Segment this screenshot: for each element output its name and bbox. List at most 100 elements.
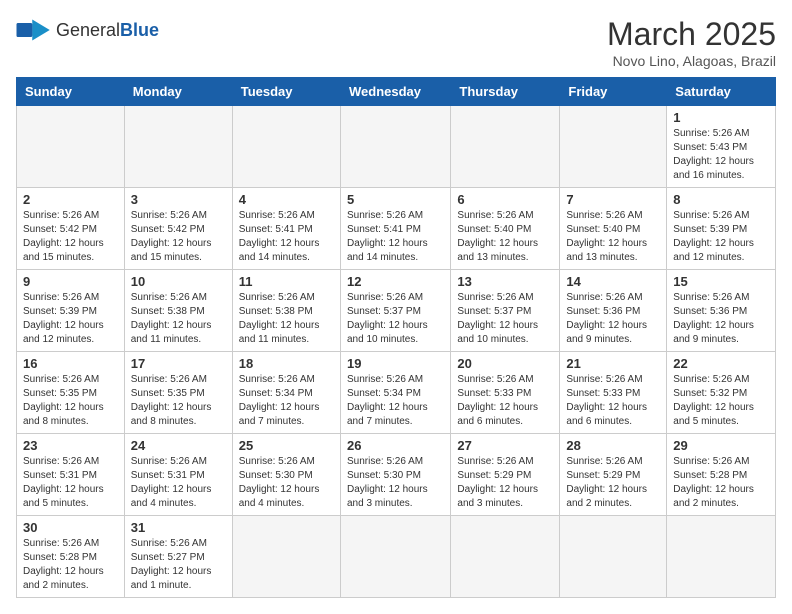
title-block: March 2025 Novo Lino, Alagoas, Brazil	[607, 16, 776, 69]
calendar-week-1: 1 Sunrise: 5:26 AM Sunset: 5:43 PM Daylig…	[17, 106, 776, 188]
calendar-header: SundayMondayTuesdayWednesdayThursdayFrid…	[17, 78, 776, 106]
calendar-cell: 24 Sunrise: 5:26 AM Sunset: 5:31 PM Dayli…	[124, 434, 232, 516]
cell-info: Sunrise: 5:26 AM Sunset: 5:40 PM Dayligh…	[457, 209, 553, 265]
logo-general: General	[56, 20, 120, 40]
calendar-cell: 31Sunrise: 5:26 AM Sunset: 5:27 PM Dayli…	[124, 516, 232, 598]
calendar-week-5: 23 Sunrise: 5:26 AM Sunset: 5:31 PM Dayli…	[17, 434, 776, 516]
logo-blue: Blue	[120, 20, 159, 40]
day-number: 20	[457, 356, 553, 371]
calendar-cell: 7 Sunrise: 5:26 AM Sunset: 5:40 PM Daylig…	[560, 188, 667, 270]
cell-info: Sunrise: 5:26 AM Sunset: 5:32 PM Dayligh…	[673, 373, 769, 429]
weekday-header-sunday: Sunday	[17, 78, 125, 106]
calendar-cell	[232, 106, 340, 188]
logo-text: GeneralBlue	[56, 20, 159, 41]
day-number: 19	[347, 356, 444, 371]
calendar-cell: 9 Sunrise: 5:26 AM Sunset: 5:39 PM Daylig…	[17, 270, 125, 352]
cell-info: Sunrise: 5:26 AM Sunset: 5:30 PM Dayligh…	[239, 455, 334, 511]
day-number: 9	[23, 274, 118, 289]
calendar-cell	[17, 106, 125, 188]
cell-info: Sunrise: 5:26 AM Sunset: 5:40 PM Dayligh…	[566, 209, 660, 265]
calendar-week-2: 2 Sunrise: 5:26 AM Sunset: 5:42 PM Daylig…	[17, 188, 776, 270]
day-number: 22	[673, 356, 769, 371]
day-number: 1	[673, 110, 769, 125]
cell-info: Sunrise: 5:26 AM Sunset: 5:30 PM Dayligh…	[347, 455, 444, 511]
calendar-cell: 20 Sunrise: 5:26 AM Sunset: 5:33 PM Dayli…	[451, 352, 560, 434]
calendar-cell	[560, 106, 667, 188]
cell-info: Sunrise: 5:26 AM Sunset: 5:33 PM Dayligh…	[457, 373, 553, 429]
cell-info: Sunrise: 5:26 AM Sunset: 5:34 PM Dayligh…	[347, 373, 444, 429]
day-number: 6	[457, 192, 553, 207]
calendar-cell: 27 Sunrise: 5:26 AM Sunset: 5:29 PM Dayli…	[451, 434, 560, 516]
cell-info: Sunrise: 5:26 AM Sunset: 5:34 PM Dayligh…	[239, 373, 334, 429]
cell-info: Sunrise: 5:26 AM Sunset: 5:38 PM Dayligh…	[131, 291, 226, 347]
day-number: 12	[347, 274, 444, 289]
day-number: 21	[566, 356, 660, 371]
cell-info: Sunrise: 5:26 AM Sunset: 5:27 PM Dayligh…	[131, 537, 226, 593]
calendar-cell: 2 Sunrise: 5:26 AM Sunset: 5:42 PM Daylig…	[17, 188, 125, 270]
calendar-body: 1 Sunrise: 5:26 AM Sunset: 5:43 PM Daylig…	[17, 106, 776, 598]
day-number: 13	[457, 274, 553, 289]
calendar-cell	[124, 106, 232, 188]
cell-info: Sunrise: 5:26 AM Sunset: 5:36 PM Dayligh…	[673, 291, 769, 347]
day-number: 27	[457, 438, 553, 453]
calendar-table: SundayMondayTuesdayWednesdayThursdayFrid…	[16, 77, 776, 598]
calendar-cell: 14 Sunrise: 5:26 AM Sunset: 5:36 PM Dayli…	[560, 270, 667, 352]
day-number: 10	[131, 274, 226, 289]
cell-info: Sunrise: 5:26 AM Sunset: 5:37 PM Dayligh…	[457, 291, 553, 347]
cell-info: Sunrise: 5:26 AM Sunset: 5:42 PM Dayligh…	[23, 209, 118, 265]
calendar-cell	[451, 106, 560, 188]
calendar-cell: 18Sunrise: 5:26 AM Sunset: 5:34 PM Dayli…	[232, 352, 340, 434]
location: Novo Lino, Alagoas, Brazil	[607, 53, 776, 69]
day-number: 24	[131, 438, 226, 453]
cell-info: Sunrise: 5:26 AM Sunset: 5:29 PM Dayligh…	[566, 455, 660, 511]
calendar-week-3: 9 Sunrise: 5:26 AM Sunset: 5:39 PM Daylig…	[17, 270, 776, 352]
calendar-cell: 16 Sunrise: 5:26 AM Sunset: 5:35 PM Dayli…	[17, 352, 125, 434]
cell-info: Sunrise: 5:26 AM Sunset: 5:35 PM Dayligh…	[131, 373, 226, 429]
month-title: March 2025	[607, 16, 776, 53]
logo-icon	[16, 16, 52, 44]
day-number: 15	[673, 274, 769, 289]
calendar-cell: 1 Sunrise: 5:26 AM Sunset: 5:43 PM Daylig…	[667, 106, 776, 188]
cell-info: Sunrise: 5:26 AM Sunset: 5:39 PM Dayligh…	[673, 209, 769, 265]
day-number: 30	[23, 520, 118, 535]
weekday-header-tuesday: Tuesday	[232, 78, 340, 106]
day-number: 2	[23, 192, 118, 207]
day-number: 23	[23, 438, 118, 453]
day-number: 26	[347, 438, 444, 453]
calendar-cell: 29Sunrise: 5:26 AM Sunset: 5:28 PM Dayli…	[667, 434, 776, 516]
day-number: 8	[673, 192, 769, 207]
cell-info: Sunrise: 5:26 AM Sunset: 5:41 PM Dayligh…	[239, 209, 334, 265]
day-number: 16	[23, 356, 118, 371]
cell-info: Sunrise: 5:26 AM Sunset: 5:29 PM Dayligh…	[457, 455, 553, 511]
calendar-cell: 30 Sunrise: 5:26 AM Sunset: 5:28 PM Dayli…	[17, 516, 125, 598]
calendar-cell: 21 Sunrise: 5:26 AM Sunset: 5:33 PM Dayli…	[560, 352, 667, 434]
cell-info: Sunrise: 5:26 AM Sunset: 5:28 PM Dayligh…	[23, 537, 118, 593]
calendar-cell: 5Sunrise: 5:26 AM Sunset: 5:41 PM Daylig…	[340, 188, 450, 270]
calendar-cell: 19 Sunrise: 5:26 AM Sunset: 5:34 PM Dayli…	[340, 352, 450, 434]
weekday-header-saturday: Saturday	[667, 78, 776, 106]
calendar-cell	[232, 516, 340, 598]
calendar-cell: 3Sunrise: 5:26 AM Sunset: 5:42 PM Daylig…	[124, 188, 232, 270]
cell-info: Sunrise: 5:26 AM Sunset: 5:36 PM Dayligh…	[566, 291, 660, 347]
cell-info: Sunrise: 5:26 AM Sunset: 5:39 PM Dayligh…	[23, 291, 118, 347]
calendar-cell: 11Sunrise: 5:26 AM Sunset: 5:38 PM Dayli…	[232, 270, 340, 352]
day-number: 7	[566, 192, 660, 207]
weekday-header-wednesday: Wednesday	[340, 78, 450, 106]
day-number: 28	[566, 438, 660, 453]
cell-info: Sunrise: 5:26 AM Sunset: 5:35 PM Dayligh…	[23, 373, 118, 429]
calendar-cell: 26 Sunrise: 5:26 AM Sunset: 5:30 PM Dayli…	[340, 434, 450, 516]
day-number: 3	[131, 192, 226, 207]
calendar-cell	[560, 516, 667, 598]
cell-info: Sunrise: 5:26 AM Sunset: 5:41 PM Dayligh…	[347, 209, 444, 265]
cell-info: Sunrise: 5:26 AM Sunset: 5:43 PM Dayligh…	[673, 127, 769, 183]
cell-info: Sunrise: 5:26 AM Sunset: 5:31 PM Dayligh…	[131, 455, 226, 511]
cell-info: Sunrise: 5:26 AM Sunset: 5:38 PM Dayligh…	[239, 291, 334, 347]
day-number: 4	[239, 192, 334, 207]
calendar-cell: 22 Sunrise: 5:26 AM Sunset: 5:32 PM Dayli…	[667, 352, 776, 434]
calendar-cell: 25Sunrise: 5:26 AM Sunset: 5:30 PM Dayli…	[232, 434, 340, 516]
calendar-cell: 6 Sunrise: 5:26 AM Sunset: 5:40 PM Daylig…	[451, 188, 560, 270]
calendar-cell: 4 Sunrise: 5:26 AM Sunset: 5:41 PM Daylig…	[232, 188, 340, 270]
cell-info: Sunrise: 5:26 AM Sunset: 5:33 PM Dayligh…	[566, 373, 660, 429]
day-number: 29	[673, 438, 769, 453]
day-number: 14	[566, 274, 660, 289]
